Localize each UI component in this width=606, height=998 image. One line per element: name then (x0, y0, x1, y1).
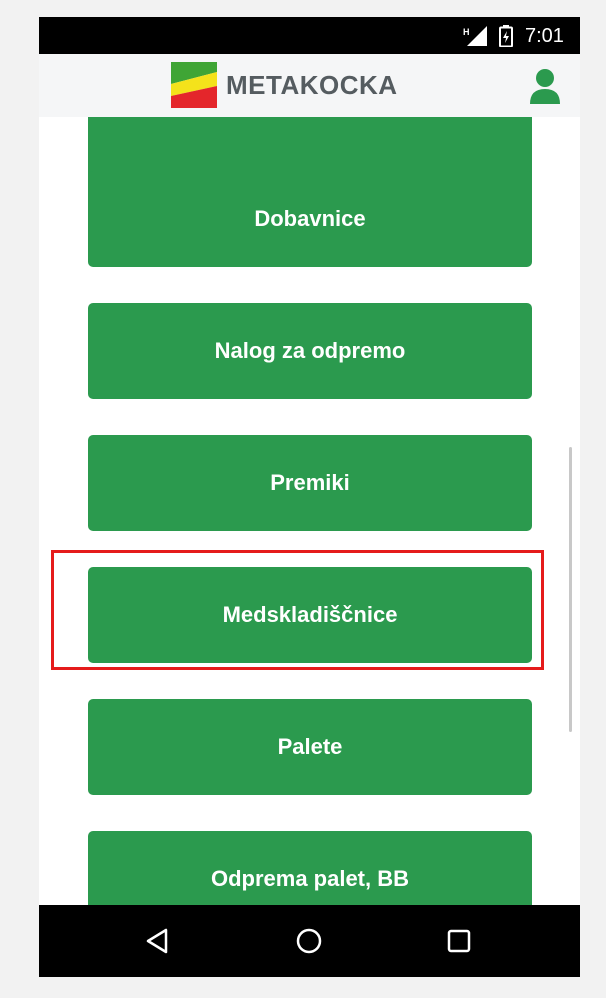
phone-screen: H 7:01 METAKOCKA Dobavnice Nalog za odpr… (39, 17, 580, 977)
network-type-label: H (463, 27, 470, 37)
user-icon[interactable] (528, 68, 562, 104)
menu-button-odprema-palet-bb[interactable]: Odprema palet, BB (88, 831, 532, 905)
mobile-signal-icon: H (463, 26, 487, 46)
menu-button-premiki[interactable]: Premiki (88, 435, 532, 531)
menu-button-dobavnice[interactable]: Dobavnice (88, 171, 532, 267)
menu-button-palete[interactable]: Palete (88, 699, 532, 795)
metakocka-logo-icon (171, 62, 217, 108)
home-icon[interactable] (296, 928, 322, 954)
status-bar: H 7:01 (39, 17, 580, 54)
menu-list[interactable]: Dobavnice Nalog za odpremo Premiki Medsk… (39, 117, 580, 905)
back-icon[interactable] (145, 928, 169, 954)
menu-button-medskladiscnice[interactable]: Medskladiščnice (88, 567, 532, 663)
android-nav-bar (39, 905, 580, 977)
menu-button-nalog-za-odpremo[interactable]: Nalog za odpremo (88, 303, 532, 399)
app-header: METAKOCKA (39, 54, 580, 117)
logo-text: METAKOCKA (226, 70, 398, 100)
status-time: 7:01 (525, 25, 564, 47)
battery-icon (499, 25, 513, 47)
recents-icon[interactable] (447, 929, 471, 953)
scrollbar[interactable] (569, 447, 572, 732)
